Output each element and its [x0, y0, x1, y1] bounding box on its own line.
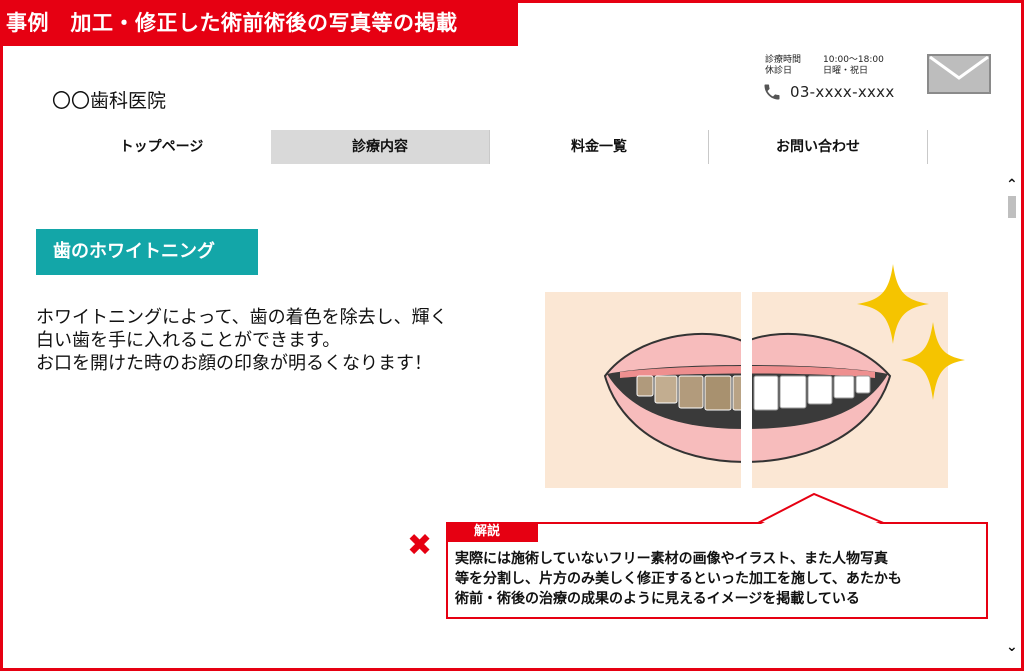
- stained-tooth: [636, 375, 654, 397]
- mail-button[interactable]: [927, 54, 991, 94]
- phone-icon: [764, 84, 780, 100]
- closed-label: 休診日: [765, 66, 793, 76]
- callout-line: 実際には施術していないフリー素材の画像やイラスト、また人物写真: [455, 551, 889, 567]
- clinic-name[interactable]: 〇〇歯科医院: [52, 86, 166, 113]
- closed-row: 休診日 日曜・祝日: [765, 66, 884, 77]
- callout-line: 等を分割し、片方のみ美しく修正するといった加工を施して、あたかも: [455, 571, 902, 587]
- body-line: お口を開けた時のお顔の印象が明るくなります！: [36, 353, 432, 374]
- section-body: ホワイトニングによって、歯の着色を除去し、輝く 白い歯を手に入れることができます…: [36, 306, 448, 375]
- phone-number: 03-xxxx-xxxx: [790, 83, 895, 101]
- nav-item-top[interactable]: トップページ: [52, 130, 271, 164]
- phone-link[interactable]: 03-xxxx-xxxx: [762, 82, 895, 102]
- case-banner: 事例 加工・修正した術前術後の写真等の掲載: [0, 0, 518, 46]
- callout-tag: 解説: [446, 522, 538, 542]
- whitening-before-after-illustration: [545, 264, 965, 496]
- white-tooth: [753, 375, 779, 411]
- global-nav: トップページ 診療内容 料金一覧 お問い合わせ: [52, 130, 928, 164]
- hours-label: 診療時間: [765, 55, 802, 65]
- mail-icon: [929, 56, 989, 80]
- hours-row: 診療時間 10:00～18:00: [765, 55, 884, 66]
- scroll-thumb[interactable]: [1008, 196, 1016, 218]
- scroll-down-icon[interactable]: ⌄: [1006, 640, 1018, 654]
- hours-value: 10:00～18:00: [823, 55, 884, 65]
- callout-line: 術前・術後の治療の成果のように見えるイメージを掲載している: [455, 591, 860, 607]
- explanation-callout: 解説 実際には施術していないフリー素材の画像やイラスト、また人物写真 等を分割し…: [446, 492, 988, 619]
- body-line: 白い歯を手に入れることができます。: [36, 330, 341, 351]
- white-tooth: [807, 375, 833, 405]
- stained-tooth: [704, 375, 732, 411]
- white-tooth: [855, 375, 871, 394]
- clinic-hours: 診療時間 10:00～18:00 休診日 日曜・祝日: [765, 55, 884, 77]
- scroll-up-icon[interactable]: ⌃: [1006, 178, 1018, 192]
- callout-pointer-cover: [759, 497, 883, 525]
- split-divider: [741, 284, 752, 496]
- callout-text: 実際には施術していないフリー素材の画像やイラスト、また人物写真 等を分割し、片方…: [455, 549, 902, 609]
- white-tooth: [779, 375, 807, 409]
- ng-x-icon: ✖: [407, 528, 433, 563]
- stained-tooth: [654, 375, 678, 404]
- vertical-scrollbar[interactable]: ⌃ ⌄: [1002, 178, 1022, 658]
- closed-value: 日曜・祝日: [823, 66, 869, 76]
- nav-item-treatment[interactable]: 診療内容: [271, 130, 490, 164]
- nav-item-price[interactable]: 料金一覧: [490, 130, 709, 164]
- white-tooth: [833, 375, 855, 399]
- stained-tooth: [678, 375, 704, 409]
- body-line: ホワイトニングによって、歯の着色を除去し、輝く: [36, 307, 448, 328]
- nav-item-contact[interactable]: お問い合わせ: [709, 130, 928, 164]
- section-title: 歯のホワイトニング: [36, 229, 258, 275]
